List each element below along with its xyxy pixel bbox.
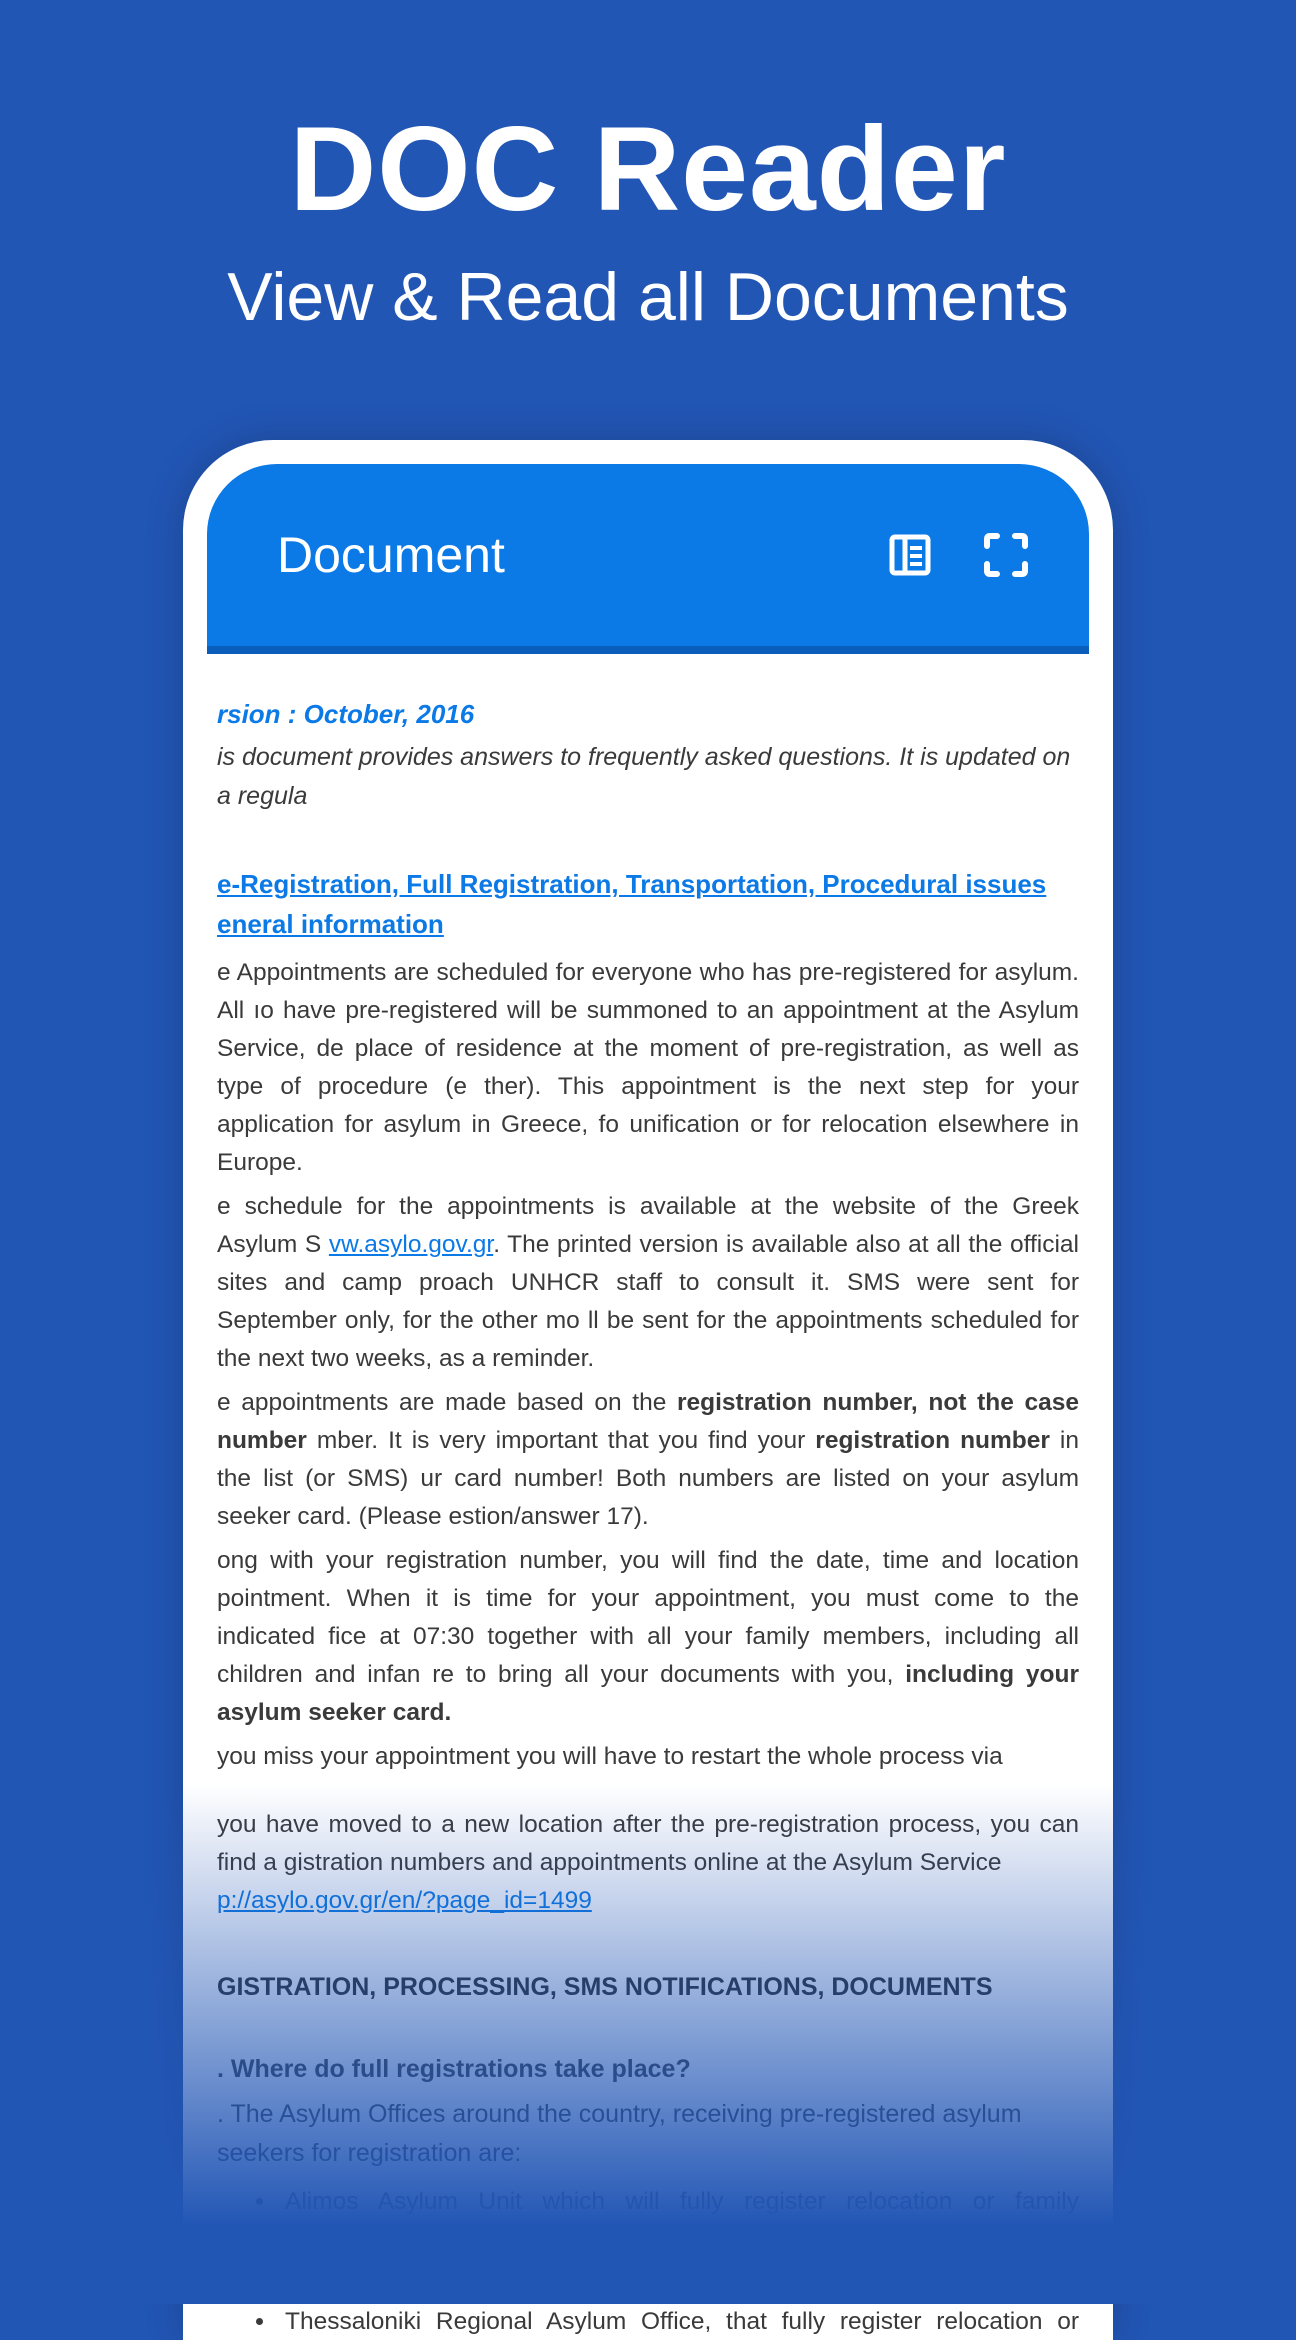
doc-version: rsion : October, 2016 bbox=[217, 694, 1079, 734]
app-bar-title: Document bbox=[277, 526, 505, 584]
outline-icon bbox=[886, 531, 934, 579]
text: you have moved to a new location after t… bbox=[217, 1811, 1079, 1876]
doc-question: . Where do full registrations take place… bbox=[217, 2050, 1079, 2089]
promo-subtitle: View & Read all Documents bbox=[0, 258, 1296, 336]
doc-bullet-list: Alimos Asylum Unit which will fully regi… bbox=[277, 2183, 1079, 2340]
doc-link-page[interactable]: p://asylo.gov.gr/en/?page_id=1499 bbox=[217, 1887, 592, 1914]
fullscreen-icon bbox=[981, 530, 1031, 580]
doc-paragraph: e Appointments are scheduled for everyon… bbox=[217, 954, 1079, 1182]
app-bar: Document bbox=[207, 464, 1089, 654]
promo-title: DOC Reader bbox=[0, 100, 1296, 238]
doc-paragraph: you miss your appointment you will have … bbox=[217, 1738, 1079, 1776]
document-content[interactable]: rsion : October, 2016 is document provid… bbox=[207, 654, 1089, 2340]
phone-mockup: Document bbox=[183, 440, 1113, 2340]
text-bold: registration number bbox=[815, 1427, 1050, 1454]
doc-link-asylo[interactable]: vw.asylo.gov.gr bbox=[329, 1231, 493, 1258]
fullscreen-button[interactable] bbox=[978, 527, 1034, 583]
outline-toggle-button[interactable] bbox=[882, 527, 938, 583]
app-bar-actions bbox=[882, 527, 1034, 583]
text: mber. It is very important that you find… bbox=[307, 1427, 815, 1454]
doc-section-link-1[interactable]: e-Registration, Full Registration, Trans… bbox=[217, 864, 1079, 904]
phone-screen: Document bbox=[207, 464, 1089, 2340]
doc-section-heading: GISTRATION, PROCESSING, SMS NOTIFICATION… bbox=[217, 1968, 1079, 2007]
doc-paragraph: e schedule for the appointments is avail… bbox=[217, 1188, 1079, 1378]
doc-answer: . The Asylum Offices around the country,… bbox=[217, 2095, 1079, 2173]
doc-paragraph: e appointments are made based on the reg… bbox=[217, 1384, 1079, 1536]
doc-intro: is document provides answers to frequent… bbox=[217, 738, 1079, 816]
list-item: Thessaloniki Regional Asylum Office, tha… bbox=[277, 2303, 1079, 2340]
text: e appointments are made based on the bbox=[217, 1389, 677, 1416]
phone-frame: Document bbox=[183, 440, 1113, 2340]
promo-hero: DOC Reader View & Read all Documents bbox=[0, 0, 1296, 336]
list-item: Alimos Asylum Unit which will fully regi… bbox=[277, 2183, 1079, 2297]
doc-paragraph: you have moved to a new location after t… bbox=[217, 1806, 1079, 1920]
doc-section-link-2[interactable]: eneral information bbox=[217, 904, 1079, 944]
doc-paragraph: ong with your registration number, you w… bbox=[217, 1542, 1079, 1732]
